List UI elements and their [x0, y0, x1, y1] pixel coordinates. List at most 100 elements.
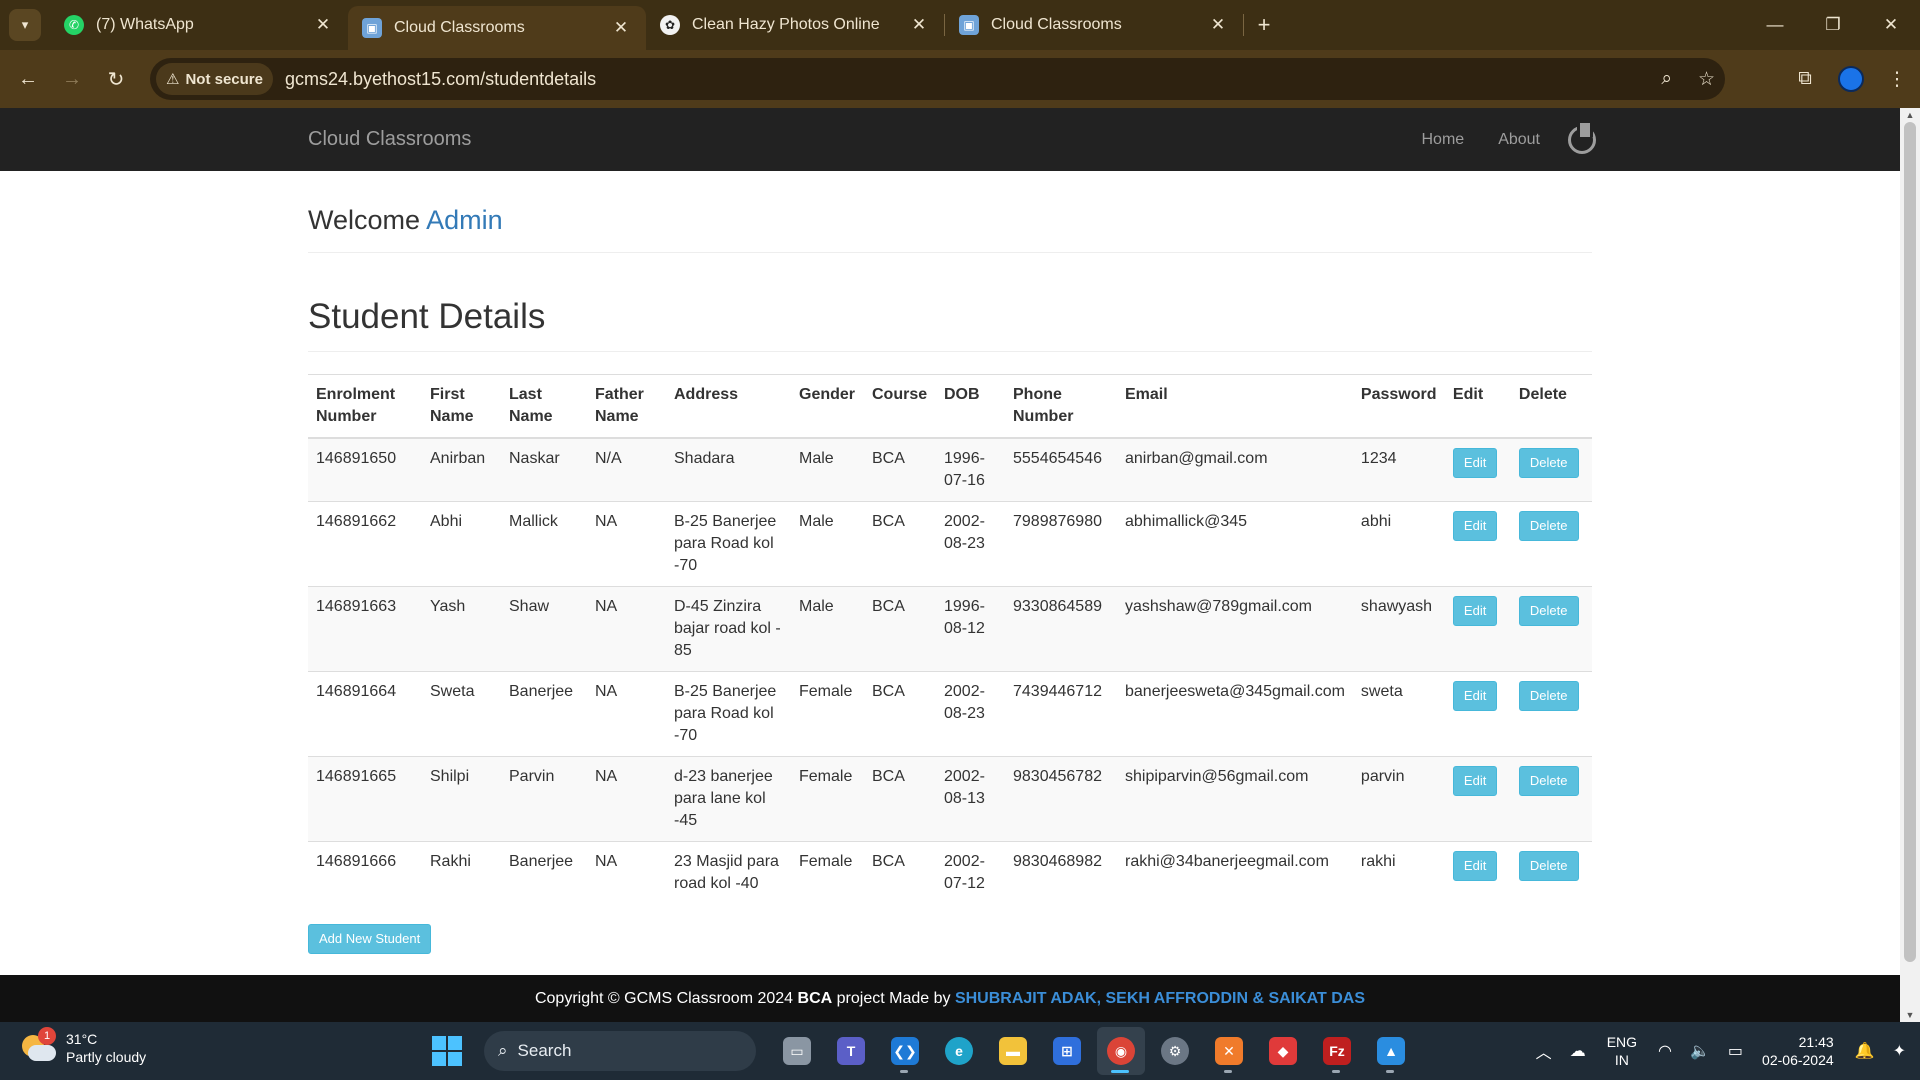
- footer-project: BCA: [797, 990, 833, 1007]
- back-arrow-icon[interactable]: ←: [6, 57, 50, 101]
- cell-delete: Delete: [1510, 586, 1592, 672]
- onedrive-offline-icon[interactable]: ☁: [1570, 1041, 1586, 1061]
- add-button-wrap: Add New Student: [308, 924, 1592, 954]
- weather-widget[interactable]: 1 31°C Partly cloudy: [22, 1027, 146, 1066]
- site-brand[interactable]: Cloud Classrooms: [308, 128, 471, 151]
- dob-line: 07-12: [944, 875, 985, 892]
- page-scrollbar[interactable]: ▲ ▼: [1900, 108, 1920, 1022]
- task-view-icon[interactable]: ▭: [773, 1027, 821, 1075]
- close-icon[interactable]: ✕: [610, 18, 632, 38]
- reload-icon[interactable]: ↻: [94, 57, 138, 101]
- cell-delete: Delete: [1510, 841, 1592, 904]
- address-line: -70: [674, 557, 698, 574]
- table-row: 146891666 Rakhi Banerjee NA 23 Masjid para ro…: [308, 841, 1592, 904]
- last-text: Mallick: [509, 513, 558, 530]
- microsoft-store-icon[interactable]: ⊞: [1043, 1027, 1091, 1075]
- delete-button[interactable]: Delete: [1518, 448, 1579, 478]
- cell-password: parvin: [1352, 756, 1445, 842]
- cell-dob: 2002- 07-12: [936, 841, 1005, 904]
- header-text: First: [430, 386, 465, 403]
- clock-date: 02-06-2024: [1762, 1052, 1834, 1068]
- cell-password: rakhi: [1352, 841, 1445, 904]
- bookmark-star-icon[interactable]: ☆: [1698, 68, 1715, 91]
- file-explorer-icon[interactable]: ▬: [989, 1027, 1037, 1075]
- edit-button[interactable]: Edit: [1452, 448, 1498, 478]
- scrollbar-thumb[interactable]: [1904, 122, 1916, 962]
- nav-about-link[interactable]: About: [1498, 131, 1540, 149]
- security-indicator[interactable]: ⚠ Not secure: [156, 63, 273, 95]
- page-title: Student Details: [308, 297, 1592, 352]
- close-icon[interactable]: ✕: [908, 15, 930, 35]
- father-text: NA: [595, 683, 618, 700]
- vscode-icon[interactable]: ❮❯: [881, 1027, 929, 1075]
- copilot-icon[interactable]: ✦: [1893, 1041, 1906, 1061]
- site-navbar: Cloud Classrooms Home About: [0, 108, 1900, 171]
- scroll-down-icon[interactable]: ▼: [1900, 1010, 1920, 1020]
- header-text: Number: [1013, 408, 1074, 425]
- notification-bell-icon[interactable]: 🔔: [1855, 1041, 1875, 1061]
- address-bar[interactable]: ⚠ Not secure gcms24.byethost15.com/stude…: [150, 58, 1725, 100]
- delete-button[interactable]: Delete: [1518, 681, 1579, 711]
- teams-icon[interactable]: T: [827, 1027, 875, 1075]
- url-text[interactable]: gcms24.byethost15.com/studentdetails: [285, 69, 596, 90]
- tab-cloud-classrooms[interactable]: ▣ Cloud Classrooms ✕: [945, 0, 1243, 50]
- delete-button[interactable]: Delete: [1518, 766, 1579, 796]
- father-text: NA: [595, 513, 618, 530]
- gender-text: Female: [799, 683, 853, 700]
- tab-search-button[interactable]: ▾: [0, 0, 50, 50]
- windows-start-icon[interactable]: [432, 1036, 462, 1066]
- more-menu-icon[interactable]: ⋮: [1874, 68, 1920, 91]
- close-icon[interactable]: ✕: [1207, 15, 1229, 35]
- cell-address: B-25 Banerjee para Road kol -70: [666, 501, 791, 587]
- wifi-icon[interactable]: ◠: [1658, 1041, 1672, 1061]
- edit-button[interactable]: Edit: [1452, 596, 1498, 626]
- filezilla-icon[interactable]: Fz: [1313, 1027, 1361, 1075]
- edit-button[interactable]: Edit: [1452, 681, 1498, 711]
- minimize-icon[interactable]: —: [1746, 0, 1804, 50]
- profile-avatar[interactable]: [1828, 66, 1874, 92]
- anydesk-icon[interactable]: ◆: [1259, 1027, 1307, 1075]
- extensions-icon[interactable]: ⧉: [1782, 68, 1828, 90]
- delete-button[interactable]: Delete: [1518, 511, 1579, 541]
- photos-icon[interactable]: ▲: [1367, 1027, 1415, 1075]
- tab-whatsapp[interactable]: ✆ (7) WhatsApp ✕: [50, 0, 348, 50]
- xampp-icon[interactable]: ✕: [1205, 1027, 1253, 1075]
- forward-arrow-icon[interactable]: →: [50, 57, 94, 101]
- add-new-student-button[interactable]: Add New Student: [308, 924, 432, 954]
- email-text: abhimallick@345: [1125, 513, 1248, 530]
- power-logout-icon[interactable]: [1568, 122, 1596, 154]
- close-window-icon[interactable]: ✕: [1862, 0, 1920, 50]
- delete-button[interactable]: Delete: [1518, 851, 1579, 881]
- battery-icon[interactable]: ▭: [1728, 1041, 1743, 1061]
- zoom-icon[interactable]: ⌕: [1661, 68, 1672, 90]
- tab-cloud-classrooms-active[interactable]: ▣ Cloud Classrooms ✕: [348, 6, 646, 50]
- nav-home-link[interactable]: Home: [1422, 131, 1465, 149]
- delete-button[interactable]: Delete: [1518, 596, 1579, 626]
- clock[interactable]: 21:43 02-06-2024: [1762, 1033, 1834, 1069]
- show-hidden-icons-chevron-icon[interactable]: ︿: [1536, 1039, 1552, 1063]
- cell-email: rakhi@34banerjeegmail.com: [1117, 841, 1353, 904]
- close-icon[interactable]: ✕: [312, 15, 334, 35]
- dob-line: 2002-: [944, 683, 985, 700]
- edit-button[interactable]: Edit: [1452, 511, 1498, 541]
- restore-icon[interactable]: ❐: [1804, 0, 1862, 50]
- edit-button[interactable]: Edit: [1452, 766, 1498, 796]
- last-text: Parvin: [509, 768, 555, 785]
- last-text: Banerjee: [509, 683, 574, 700]
- tab-clean-hazy-photos[interactable]: ✿ Clean Hazy Photos Online ✕: [646, 0, 944, 50]
- cell-email: yashshaw@789gmail.com: [1117, 586, 1353, 672]
- settings-icon[interactable]: ⚙: [1151, 1027, 1199, 1075]
- taskbar-search[interactable]: ⌕ Search: [484, 1031, 756, 1071]
- omnibox-actions: ⌕ ☆: [1661, 58, 1715, 100]
- edge-icon[interactable]: e: [935, 1027, 983, 1075]
- volume-icon[interactable]: 🔈: [1690, 1041, 1710, 1061]
- edit-button[interactable]: Edit: [1452, 851, 1498, 881]
- chrome-icon[interactable]: ◉: [1097, 1027, 1145, 1075]
- new-tab-button[interactable]: +: [1244, 0, 1284, 50]
- password-text: rakhi: [1360, 853, 1396, 870]
- chatgpt-icon: ✿: [660, 15, 680, 35]
- language-indicator[interactable]: ENG IN: [1607, 1033, 1637, 1069]
- first-text: Sweta: [430, 683, 475, 700]
- notification-badge: 1: [38, 1027, 56, 1045]
- scroll-up-icon[interactable]: ▲: [1900, 110, 1920, 120]
